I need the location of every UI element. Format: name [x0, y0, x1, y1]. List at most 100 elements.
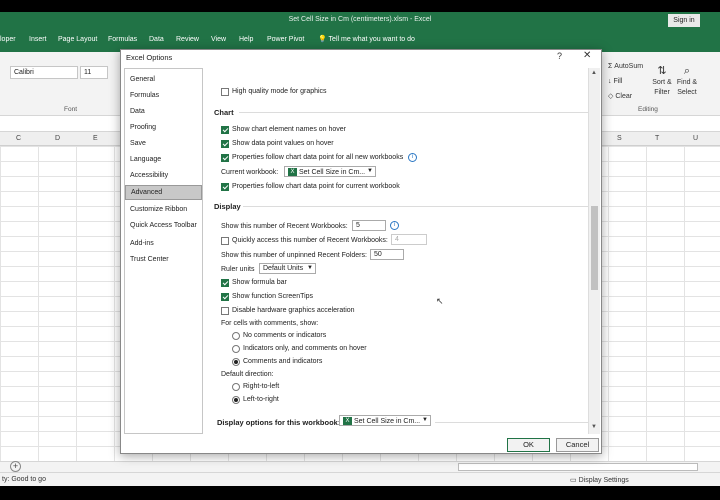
document-title: Set Cell Size in Cm (centimeters).xlsm -…	[288, 16, 432, 23]
comments-and-indicators-radio[interactable]	[232, 358, 240, 366]
autosum-label: AutoSum	[614, 63, 644, 70]
column-header[interactable]: D	[55, 135, 60, 142]
tab-formulas[interactable]: Formulas	[108, 36, 137, 43]
recent-workbooks-spinner[interactable]: 5	[352, 220, 386, 231]
tab-developer[interactable]: loper	[0, 36, 16, 43]
tab-power-pivot[interactable]: Power Pivot	[267, 36, 304, 43]
unpinned-folders-spinner[interactable]: 50	[370, 249, 404, 260]
column-header[interactable]: S	[617, 135, 622, 142]
tab-view[interactable]: View	[211, 36, 226, 43]
cancel-button[interactable]: Cancel	[556, 438, 599, 452]
sort-filter-button[interactable]: ⇅ Sort & Filter	[650, 66, 674, 98]
props-all-workbooks-label: Properties follow chart data point for a…	[232, 154, 404, 161]
excel-options-dialog: Excel Options ? ✕ General Formulas Data …	[120, 49, 602, 454]
props-all-workbooks-checkbox[interactable]	[221, 154, 229, 162]
column-header[interactable]: T	[655, 135, 659, 142]
high-quality-checkbox[interactable]	[221, 88, 229, 96]
ruler-units-select[interactable]: Default Units ▼	[259, 263, 316, 274]
ok-button[interactable]: OK	[507, 438, 550, 452]
high-quality-label: High quality mode for graphics	[232, 88, 327, 95]
fill-label: Fill	[613, 78, 623, 85]
current-workbook-select[interactable]: X Set Cell Size in Cm... ▼	[284, 166, 376, 177]
find-select-button[interactable]: ⌕ Find & Select	[675, 66, 699, 98]
disable-hw-accel-checkbox[interactable]	[221, 307, 229, 315]
nav-advanced[interactable]: Advanced	[125, 185, 202, 200]
chart-values-hover-checkbox[interactable]	[221, 140, 229, 148]
quick-access-value: 4	[395, 236, 399, 243]
sign-in-button[interactable]: Sign in	[668, 14, 700, 27]
add-sheet-button[interactable]: +	[10, 461, 21, 472]
display-settings-button[interactable]: ▭ Display Settings	[570, 476, 629, 484]
current-workbook-label: Current workbook:	[221, 169, 279, 176]
nav-quick-access-toolbar[interactable]: Quick Access Toolbar	[125, 219, 202, 234]
column-header[interactable]: E	[93, 135, 98, 142]
recent-workbooks-label: Show this number of Recent Workbooks:	[221, 223, 348, 230]
nav-trust-center[interactable]: Trust Center	[125, 253, 202, 268]
section-divider	[243, 206, 589, 207]
ltr-radio[interactable]	[232, 396, 240, 404]
workbook-display-value: Set Cell Size in Cm...	[354, 417, 421, 425]
column-header[interactable]: U	[693, 135, 698, 142]
props-current-workbook-label: Properties follow chart data point for c…	[232, 183, 400, 190]
scroll-up-icon[interactable]: ▲	[591, 70, 597, 76]
props-current-workbook-checkbox[interactable]	[221, 183, 229, 191]
clear-label: Clear	[615, 93, 633, 100]
excel-file-icon: X	[343, 417, 352, 425]
nav-proofing[interactable]: Proofing	[125, 121, 202, 136]
excel-window: Set Cell Size in Cm (centimeters).xlsm -…	[0, 12, 720, 486]
recent-workbooks-value: 5	[356, 222, 360, 229]
sheet-tabs-bar: +	[0, 461, 720, 472]
nav-save[interactable]: Save	[125, 137, 202, 152]
tab-page-layout[interactable]: Page Layout	[58, 36, 97, 43]
sort-icon: ⇅	[657, 65, 667, 77]
direction-label: Default direction:	[221, 371, 274, 378]
workbook-display-heading: Display options for this workbook:	[217, 418, 341, 427]
nav-customize-ribbon[interactable]: Customize Ribbon	[125, 203, 202, 218]
chevron-down-icon: ▼	[422, 417, 428, 423]
chart-names-hover-checkbox[interactable]	[221, 126, 229, 134]
status-bar: ty: Good to go ▭ Display Settings	[0, 472, 720, 486]
tab-review[interactable]: Review	[176, 36, 199, 43]
monitor-icon: ▭	[570, 477, 577, 484]
quick-access-checkbox[interactable]	[221, 237, 229, 245]
scroll-down-icon[interactable]: ▼	[591, 424, 597, 430]
screentips-checkbox[interactable]	[221, 293, 229, 301]
help-icon[interactable]: ?	[557, 51, 562, 61]
nav-add-ins[interactable]: Add-ins	[125, 237, 202, 252]
fill-button[interactable]: ↓ Fill	[608, 78, 622, 85]
tell-me-search[interactable]: 💡 Tell me what you want to do	[318, 35, 415, 43]
nav-data[interactable]: Data	[125, 105, 202, 120]
quick-access-spinner[interactable]: 4	[391, 234, 427, 245]
no-comments-radio[interactable]	[232, 332, 240, 340]
eraser-icon: ◇	[608, 93, 614, 100]
indicators-only-radio[interactable]	[232, 345, 240, 353]
indicators-only-label: Indicators only, and comments on hover	[243, 345, 367, 352]
workbook-display-select[interactable]: X Set Cell Size in Cm... ▼	[339, 415, 431, 426]
current-workbook-value: Set Cell Size in Cm...	[299, 168, 366, 176]
font-name-box[interactable]: Calibri	[10, 66, 78, 79]
autosum-button[interactable]: Σ AutoSum	[608, 63, 643, 70]
title-bar: Set Cell Size in Cm (centimeters).xlsm -…	[0, 12, 720, 30]
column-header[interactable]: C	[16, 135, 21, 142]
horizontal-scrollbar[interactable]	[458, 463, 698, 471]
font-group-label: Font	[64, 106, 78, 113]
nav-formulas[interactable]: Formulas	[125, 89, 202, 104]
nav-accessibility[interactable]: Accessibility	[125, 169, 202, 184]
disable-hw-accel-label: Disable hardware graphics acceleration	[232, 307, 355, 314]
tab-data[interactable]: Data	[149, 36, 164, 43]
tab-help[interactable]: Help	[239, 36, 253, 43]
rtl-radio[interactable]	[232, 383, 240, 391]
ltr-label: Left-to-right	[243, 396, 279, 403]
scrollbar-thumb[interactable]	[591, 206, 598, 290]
clear-button[interactable]: ◇ Clear	[608, 92, 632, 100]
font-size-box[interactable]: 11	[80, 66, 108, 79]
nav-language[interactable]: Language	[125, 153, 202, 168]
accessibility-status[interactable]: ty: Good to go	[2, 476, 46, 483]
chart-section-heading: Chart	[214, 108, 234, 117]
nav-general[interactable]: General	[125, 73, 202, 88]
unpinned-folders-label: Show this number of unpinned Recent Fold…	[221, 252, 367, 259]
tab-insert[interactable]: Insert	[29, 36, 47, 43]
formula-bar-checkbox[interactable]	[221, 279, 229, 287]
options-scrollbar[interactable]: ▲ ▼	[588, 68, 600, 434]
close-icon[interactable]: ✕	[583, 50, 591, 61]
